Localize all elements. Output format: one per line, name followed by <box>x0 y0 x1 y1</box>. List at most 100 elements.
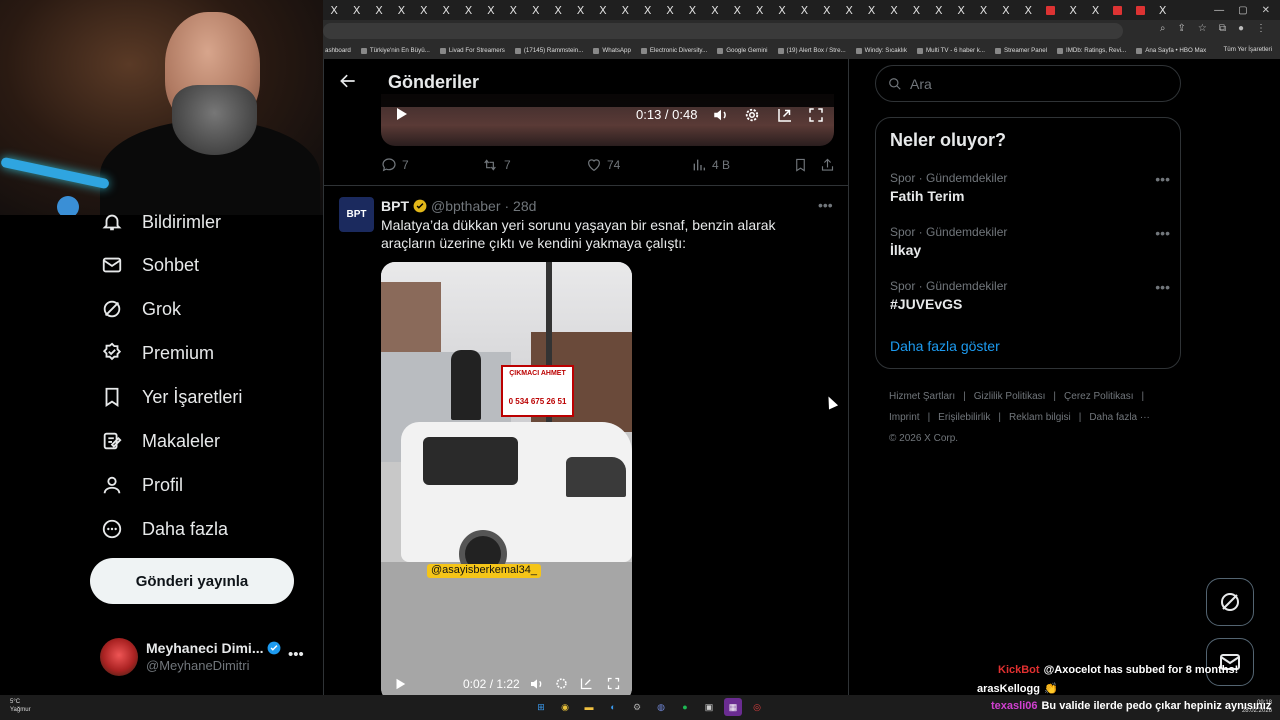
discord-icon[interactable]: ◍ <box>652 698 670 716</box>
trend-item[interactable]: Spor · Gündemdekiler Fatih Terim ••• <box>890 171 1170 211</box>
settings-gear-icon[interactable] <box>743 106 761 124</box>
browser-tab[interactable]: X <box>547 0 569 20</box>
bookmark-item[interactable]: Windy: Sıcaklık <box>855 47 907 54</box>
bookmark-item[interactable]: Livad For Streamers <box>439 47 505 54</box>
browser-tab[interactable]: X <box>972 0 994 20</box>
bookmark-item[interactable]: (17145) Rammstein... <box>514 47 583 54</box>
obs-icon[interactable]: ▦ <box>724 698 742 716</box>
video-player[interactable]: ÇIKMACI AHMET 0 534 675 26 51 @asayisber… <box>381 262 632 695</box>
play-icon[interactable] <box>393 677 407 691</box>
steam-icon[interactable]: ⚙ <box>628 698 646 716</box>
avatar[interactable]: BPT <box>339 197 374 232</box>
profile-icon[interactable]: ● <box>1238 23 1244 34</box>
url-field[interactable] <box>323 23 1123 39</box>
weather-widget[interactable]: 5°C Yağmur <box>10 698 31 714</box>
all-bookmarks-link[interactable]: Tüm Yer İşaretleri <box>1224 46 1273 53</box>
tweet-age[interactable]: · 28d <box>504 198 536 214</box>
play-icon[interactable] <box>393 106 409 122</box>
browser-tab[interactable]: X <box>368 0 390 20</box>
minimize-icon[interactable]: — <box>1214 5 1224 16</box>
browser-tab[interactable]: X <box>883 0 905 20</box>
app-icon[interactable]: ◎ <box>748 698 766 716</box>
browser-tab[interactable]: X <box>413 0 435 20</box>
browser-tab[interactable]: X <box>480 0 502 20</box>
share-icon[interactable]: ⇪ <box>1177 23 1185 34</box>
browser-tab[interactable]: X <box>748 0 770 20</box>
browser-tab[interactable]: X <box>1151 0 1173 20</box>
browser-tab[interactable]: X <box>1062 0 1084 20</box>
browser-tab[interactable]: X <box>345 0 367 20</box>
browser-tab[interactable]: X <box>636 0 658 20</box>
spotify-icon[interactable]: ● <box>676 698 694 716</box>
bookmark-item[interactable]: Ana Sayfa • HBO Max <box>1136 47 1206 54</box>
footer-link[interactable]: Reklam bilgisi <box>1009 412 1071 423</box>
bookmark-item[interactable]: Electronic Diversity... <box>640 47 707 54</box>
more-icon[interactable]: ••• <box>1155 171 1170 187</box>
bookmark-item[interactable]: Google Gemini <box>717 47 768 54</box>
fullscreen-icon[interactable] <box>807 106 825 124</box>
edge-icon[interactable]: ◐ <box>604 698 622 716</box>
nav-item-daha-fazla[interactable]: Daha fazla <box>100 514 228 544</box>
browser-tab[interactable]: X <box>525 0 547 20</box>
browser-tab[interactable]: X <box>435 0 457 20</box>
browser-tab[interactable] <box>1129 0 1151 20</box>
pip-icon[interactable] <box>776 106 794 124</box>
extensions-icon[interactable]: ⧉ <box>1219 23 1226 34</box>
browser-tab[interactable] <box>1107 0 1129 20</box>
browser-tab[interactable]: X <box>950 0 972 20</box>
bookmark-item[interactable]: Streamer Panel <box>995 47 1047 54</box>
account-switcher[interactable]: Meyhaneci Dimi... @MeyhaneDimitri ••• <box>100 636 315 680</box>
settings-gear-icon[interactable] <box>554 676 569 691</box>
post-button[interactable]: Gönderi yayınla <box>90 558 294 604</box>
address-bar[interactable]: ⌕ ⇪ ☆ ⧉ ● ⋮ <box>323 20 1280 42</box>
windows-start-icon[interactable]: ⊞ <box>532 698 550 716</box>
like-button[interactable]: 74 <box>586 157 620 173</box>
pip-icon[interactable] <box>579 676 594 691</box>
author-name[interactable]: BPT <box>381 198 409 214</box>
browser-tab[interactable]: X <box>793 0 815 20</box>
browser-tab[interactable]: X <box>726 0 748 20</box>
trend-item[interactable]: Spor · Gündemdekiler #JUVEvGS ••• <box>890 279 1170 319</box>
messages-fab-button[interactable] <box>1206 638 1254 686</box>
browser-tab[interactable]: X <box>614 0 636 20</box>
nav-item-makaleler[interactable]: Makaleler <box>100 426 220 456</box>
share-button[interactable] <box>820 157 835 173</box>
browser-tab[interactable]: X <box>681 0 703 20</box>
nav-item-grok[interactable]: Grok <box>100 294 181 324</box>
volume-icon[interactable] <box>712 106 730 124</box>
browser-tab[interactable]: X <box>323 0 345 20</box>
browser-tab[interactable]: X <box>569 0 591 20</box>
browser-tab[interactable]: X <box>816 0 838 20</box>
folder-icon[interactable]: ▬ <box>580 698 598 716</box>
footer-link[interactable]: Çerez Politikası <box>1064 391 1133 402</box>
bookmark-item[interactable]: Türkiye'nin En Büyü... <box>360 47 430 54</box>
search-placeholder[interactable]: Ara <box>910 76 932 92</box>
close-icon[interactable]: ✕ <box>1262 5 1270 16</box>
footer-link[interactable]: Erişilebilirlik <box>938 412 990 423</box>
nav-item-bildirimler[interactable]: Bildirimler <box>100 207 221 237</box>
browser-tab[interactable]: X <box>928 0 950 20</box>
reply-button[interactable]: 7 <box>381 157 409 173</box>
show-more-link[interactable]: Daha fazla göster <box>890 338 1000 354</box>
browser-tab[interactable]: X <box>659 0 681 20</box>
volume-icon[interactable] <box>529 676 545 692</box>
menu-icon[interactable]: ⋮ <box>1256 23 1266 34</box>
more-icon[interactable]: ••• <box>1155 225 1170 241</box>
more-icon[interactable]: ••• <box>288 646 304 663</box>
back-arrow-icon[interactable] <box>338 71 360 93</box>
nav-item-premium[interactable]: Premium <box>100 338 214 368</box>
nav-item-sohbet[interactable]: Sohbet <box>100 250 199 280</box>
nav-item-profil[interactable]: Profil <box>100 470 183 500</box>
browser-tab[interactable]: X <box>390 0 412 20</box>
browser-tab[interactable] <box>1040 0 1062 20</box>
browser-tab[interactable]: X <box>704 0 726 20</box>
repost-button[interactable]: 7 <box>481 157 511 173</box>
browser-tab[interactable]: X <box>457 0 479 20</box>
trend-item[interactable]: Spor · Gündemdekiler İlkay ••• <box>890 225 1170 265</box>
bookmark-item[interactable]: (19) Alert Box / Stre... <box>777 47 846 54</box>
browser-tab[interactable]: X <box>905 0 927 20</box>
bookmark-item[interactable]: Multi TV - 6 haber k... <box>916 47 985 54</box>
more-icon[interactable]: ••• <box>1155 279 1170 295</box>
search-field[interactable]: Ara <box>875 65 1181 102</box>
bookmark-item[interactable]: IMDb: Ratings, Revi... <box>1057 47 1126 54</box>
